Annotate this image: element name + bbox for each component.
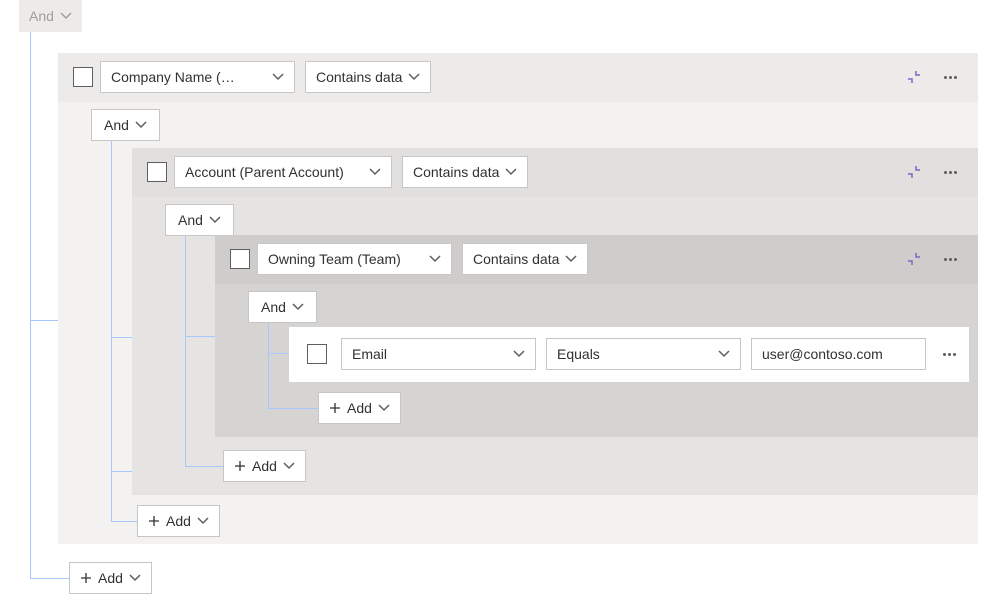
group1-field-dropdown[interactable]: Company Name (Accou…	[100, 61, 295, 93]
group3-condition-dropdown[interactable]: Contains data	[462, 243, 588, 275]
group3-more-button[interactable]	[934, 243, 966, 275]
group1-condition-label: Contains data	[316, 69, 402, 85]
condition-row: Email Equals user@contoso.com	[289, 327, 969, 382]
group3-and-dropdown[interactable]: And	[248, 291, 317, 323]
group1-more-button[interactable]	[934, 61, 966, 93]
group2-field-label: Account (Parent Account)	[185, 164, 344, 180]
plus-icon	[80, 572, 92, 584]
chevron-down-icon	[129, 572, 141, 584]
root-and-dropdown[interactable]: And	[19, 0, 82, 32]
chevron-down-icon	[60, 10, 72, 22]
group2-and-dropdown[interactable]: And	[165, 204, 234, 236]
condition-operator-dropdown[interactable]: Equals	[546, 338, 741, 370]
chevron-down-icon	[197, 515, 209, 527]
chevron-down-icon	[565, 253, 577, 265]
group1-condition-dropdown[interactable]: Contains data	[305, 61, 431, 93]
group3-and-label: And	[261, 299, 286, 315]
more-icon	[944, 258, 957, 261]
chevron-down-icon	[135, 119, 147, 131]
chevron-down-icon	[292, 301, 304, 313]
group1-and-dropdown[interactable]: And	[91, 109, 160, 141]
chevron-down-icon	[429, 253, 441, 265]
group2-add-button[interactable]: Add	[223, 450, 306, 482]
group2-field-dropdown[interactable]: Account (Parent Account)	[174, 156, 392, 188]
group2-add-label: Add	[252, 458, 277, 474]
chevron-down-icon	[378, 402, 390, 414]
chevron-down-icon	[209, 214, 221, 226]
chevron-down-icon	[408, 71, 420, 83]
root-and-label: And	[29, 8, 54, 24]
more-icon	[943, 353, 956, 356]
condition-field-dropdown[interactable]: Email	[341, 338, 536, 370]
condition-more-button[interactable]	[933, 338, 965, 370]
group1-and-label: And	[104, 117, 129, 133]
collapse-icon	[907, 70, 921, 84]
collapse-icon	[907, 165, 921, 179]
group3-add-label: Add	[347, 400, 372, 416]
chevron-down-icon	[513, 348, 525, 360]
more-icon	[944, 171, 957, 174]
group1-add-label: Add	[166, 513, 191, 529]
chevron-down-icon	[718, 348, 730, 360]
group3-add-button[interactable]: Add	[318, 392, 401, 424]
group2-and-label: And	[178, 212, 203, 228]
chevron-down-icon	[283, 460, 295, 472]
group3-field-dropdown[interactable]: Owning Team (Team)	[257, 243, 452, 275]
collapse-icon	[907, 252, 921, 266]
group3-field-label: Owning Team (Team)	[268, 251, 401, 267]
group1-checkbox[interactable]	[73, 67, 93, 87]
group2-collapse-button[interactable]	[898, 156, 930, 188]
group1-field-label: Company Name (Accou…	[111, 69, 241, 85]
group3-collapse-button[interactable]	[898, 243, 930, 275]
plus-icon	[329, 402, 341, 414]
group1-add-button[interactable]: Add	[137, 505, 220, 537]
group2-condition-label: Contains data	[413, 164, 499, 180]
group3-condition-label: Contains data	[473, 251, 559, 267]
outer-add-label: Add	[98, 570, 123, 586]
more-icon	[944, 76, 957, 79]
group1-collapse-button[interactable]	[898, 61, 930, 93]
chevron-down-icon	[369, 166, 381, 178]
condition-field-label: Email	[352, 346, 387, 362]
chevron-down-icon	[272, 71, 284, 83]
group2-condition-dropdown[interactable]: Contains data	[402, 156, 528, 188]
plus-icon	[148, 515, 160, 527]
condition-value-text: user@contoso.com	[762, 346, 883, 362]
condition-operator-label: Equals	[557, 346, 600, 362]
plus-icon	[234, 460, 246, 472]
outer-add-button[interactable]: Add	[69, 562, 152, 594]
group2-checkbox[interactable]	[147, 162, 167, 182]
chevron-down-icon	[505, 166, 517, 178]
group2-more-button[interactable]	[934, 156, 966, 188]
group3-checkbox[interactable]	[230, 249, 250, 269]
condition-value-input[interactable]: user@contoso.com	[751, 338, 926, 370]
condition-checkbox[interactable]	[307, 344, 327, 364]
